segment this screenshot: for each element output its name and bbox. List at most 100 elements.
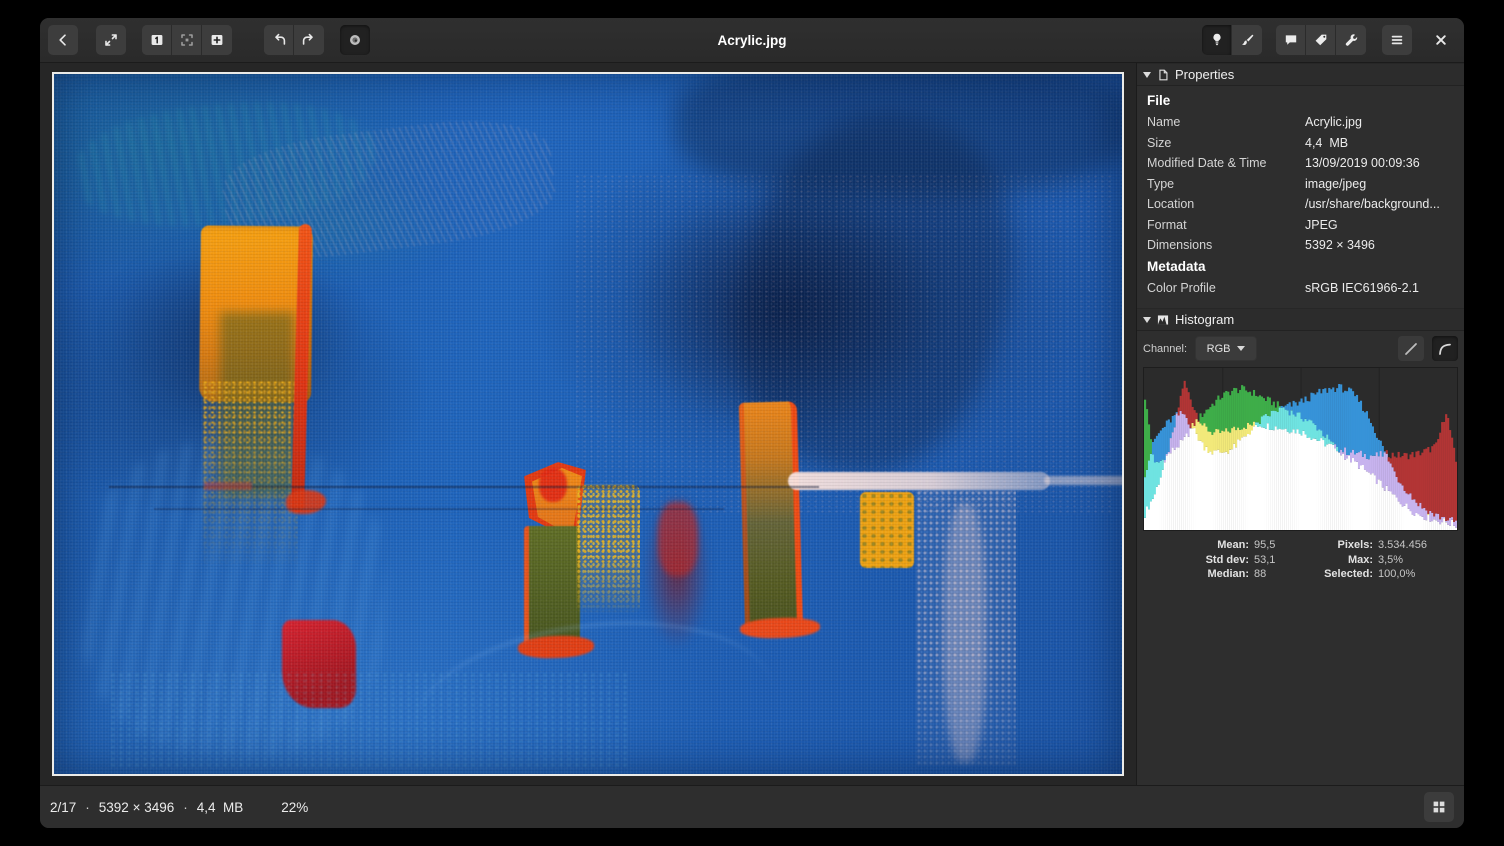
headerbar: Acrylic.jpg [40,18,1464,63]
property-value: 4,4 MB [1305,133,1348,154]
zoom-original-icon [149,32,165,48]
artwork-canvas[interactable] [52,72,1124,776]
rotate-left-icon [271,32,287,48]
histogram-icon [1156,313,1170,327]
image-viewer [40,63,1136,785]
properties-header-label: Properties [1175,67,1234,82]
viewer-properties-button[interactable] [1202,25,1232,55]
sidebar: Properties File NameAcrylic.jpg Size4,4 … [1136,63,1464,785]
property-value: Acrylic.jpg [1305,112,1362,133]
paint-drybrush-yellow-left [202,380,298,570]
back-icon [55,32,71,48]
edit-image-button[interactable] [1232,25,1262,55]
rotate-controls [264,25,324,55]
chevron-down-icon [1237,346,1245,351]
channel-select[interactable]: RGB [1195,336,1257,361]
grid-icon [1431,799,1447,815]
properties-panel: File NameAcrylic.jpg Size4,4 MB Modified… [1137,86,1464,308]
paint-pink-streak [944,504,986,762]
tag-icon [1313,32,1329,48]
paint-red-smudge-bright [658,502,698,576]
paint-red-lip-right [740,617,821,640]
artwork-image [54,74,1122,774]
property-label: Format [1147,215,1305,236]
property-value: 13/09/2019 00:09:36 [1305,153,1420,174]
zoom-level: 22% [281,800,308,815]
histogram-chart [1144,368,1457,530]
back-button[interactable] [48,25,78,55]
expander-down-icon [1143,317,1151,323]
property-label: Dimensions [1147,235,1305,256]
zoom-fit-icon [179,32,195,48]
rotate-right-button[interactable] [294,25,324,55]
tag-button[interactable] [1306,25,1336,55]
brush-icon [1239,32,1255,48]
thumbnail-grid-button[interactable] [1424,792,1454,822]
linear-histogram-icon [1404,342,1418,356]
linear-histogram-button[interactable] [1398,336,1424,361]
property-row: FormatJPEG [1147,215,1454,236]
fullscreen-icon [103,32,119,48]
comment-button[interactable] [1276,25,1306,55]
zoom-fit-button[interactable] [172,25,202,55]
property-value: JPEG [1305,215,1338,236]
paint-orange-slab-right [739,401,803,635]
property-value: sRGB IEC61966-2.1 [1305,278,1419,299]
stat-value: 3.534.456 [1378,539,1462,553]
statusbar: 2/17 · 5392 × 3496 · 4,4 MB 22% [40,785,1464,828]
property-row: Typeimage/jpeg [1147,174,1454,195]
channel-label: Channel: [1143,343,1187,355]
zoom-in-button[interactable] [202,25,232,55]
zoom-in-icon [209,32,225,48]
paint-blue-arc [405,603,783,776]
histogram-section-header[interactable]: Histogram [1137,308,1464,331]
fullscreen-button[interactable] [96,25,126,55]
annotation-controls [1276,25,1366,55]
close-icon [1433,32,1449,48]
rotate-right-icon [301,32,317,48]
content-area: Properties File NameAcrylic.jpg Size4,4 … [40,63,1464,785]
slideshow-button[interactable] [340,25,370,55]
property-row: NameAcrylic.jpg [1147,112,1454,133]
histogram-plot[interactable] [1143,367,1458,531]
property-label: Size [1147,133,1305,154]
histogram-controls: Channel: RGB [1137,331,1464,365]
expander-down-icon [1143,72,1151,78]
paint-horizon-line-2 [154,508,724,510]
property-label: Location [1147,194,1305,215]
logarithmic-histogram-button[interactable] [1432,336,1458,361]
separator-dot: · [85,800,90,815]
paint-small-orange-patch [860,492,914,568]
toolbar-right [1202,25,1456,55]
zoom-controls [142,25,232,55]
stat-value: 88 [1254,568,1298,582]
stat-value: 53,1 [1254,554,1298,568]
paint-red-mark-top [539,468,567,502]
rotate-left-button[interactable] [264,25,294,55]
stat-label: Std dev: [1179,554,1249,568]
menu-icon [1389,32,1405,48]
stat-value: 3,5% [1378,554,1462,568]
property-label: Modified Date & Time [1147,153,1305,174]
menu-button[interactable] [1382,25,1412,55]
tools-button[interactable] [1336,25,1366,55]
property-row: Color ProfilesRGB IEC61966-2.1 [1147,278,1454,299]
slideshow-icon [347,32,363,48]
paint-yellow-patch-center [576,484,640,614]
file-section-title: File [1147,90,1454,112]
paint-pink-stipple-right [574,174,1114,514]
app-window: Acrylic.jpg [40,18,1464,828]
stat-label: Selected: [1303,568,1373,582]
lightbulb-icon [1209,32,1225,48]
zoom-original-button[interactable] [142,25,172,55]
channel-value: RGB [1207,343,1231,355]
stat-value: 100,0% [1378,568,1462,582]
properties-section-header[interactable]: Properties [1137,63,1464,86]
stat-value: 95,5 [1254,539,1298,553]
stat-label: Mean: [1179,539,1249,553]
property-label: Color Profile [1147,278,1305,299]
property-value: image/jpeg [1305,174,1366,195]
close-button[interactable] [1426,25,1456,55]
property-label: Type [1147,174,1305,195]
histogram-stats: Mean:95,5 Pixels:3.534.456 Std dev:53,1 … [1179,539,1464,582]
